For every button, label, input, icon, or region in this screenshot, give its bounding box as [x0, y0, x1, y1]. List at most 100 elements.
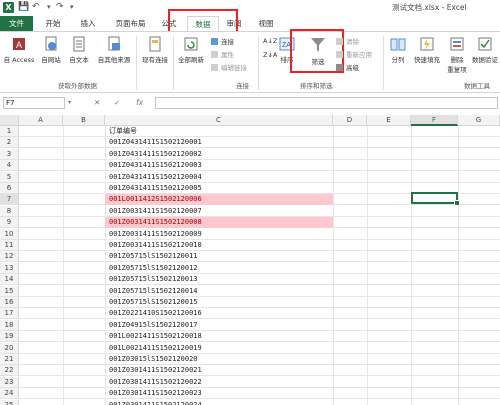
- properties-button[interactable]: 属性: [211, 49, 234, 59]
- row-header[interactable]: 5: [0, 171, 19, 183]
- order-number-cell[interactable]: 001Z04915lS1502120017: [109, 320, 198, 331]
- row-header[interactable]: 18: [0, 319, 19, 331]
- connections-button[interactable]: 连接: [211, 36, 234, 46]
- order-number-cell[interactable]: 001Z0031411S1502120009: [109, 229, 202, 240]
- row-header[interactable]: 1: [0, 126, 19, 137]
- name-box-dropdown-icon[interactable]: ▾: [68, 97, 71, 109]
- order-number-cell[interactable]: 001Z0031411S1502120007: [109, 206, 202, 217]
- row-header[interactable]: 7: [0, 194, 19, 206]
- order-number-cell[interactable]: 001L0021411S1502120019: [109, 343, 202, 354]
- column-header-g[interactable]: G: [458, 115, 500, 126]
- row-header[interactable]: 23: [0, 376, 19, 388]
- select-all-corner[interactable]: [0, 115, 19, 126]
- row-header[interactable]: 10: [0, 228, 19, 240]
- order-number-cell[interactable]: 001Z0431411S1502120003: [109, 160, 202, 171]
- insert-function-icon[interactable]: fx: [136, 97, 143, 109]
- worksheet-grid[interactable]: A B C D E F G 1 订单编号 2 001Z0431411S15021200…: [0, 115, 500, 405]
- remove-duplicates-button[interactable]: 删除 重复项: [446, 36, 468, 74]
- row-header[interactable]: 12: [0, 251, 19, 263]
- enter-icon[interactable]: ✓: [114, 97, 120, 109]
- tab-insert[interactable]: 插入: [73, 16, 103, 31]
- tab-file[interactable]: 文件: [0, 16, 33, 31]
- table-row: [19, 206, 500, 217]
- column-header-c[interactable]: C: [105, 115, 333, 126]
- active-cell-f7[interactable]: [411, 192, 460, 206]
- row-header[interactable]: 14: [0, 274, 19, 286]
- row-header[interactable]: 2: [0, 137, 19, 149]
- data-validation-button[interactable]: 数据验证: [470, 36, 500, 64]
- order-number-cell[interactable]: 001Z0301411S1502120024: [109, 400, 202, 405]
- edit-links-button[interactable]: 编辑链接: [211, 62, 247, 72]
- column-c-header-cell[interactable]: 订单编号: [109, 126, 137, 137]
- column-header-e[interactable]: E: [367, 115, 411, 126]
- row-header[interactable]: 24: [0, 388, 19, 400]
- flash-fill-button[interactable]: 快速填充: [412, 36, 442, 64]
- save-icon[interactable]: 💾: [18, 1, 29, 14]
- separator: [173, 36, 174, 90]
- from-web-button[interactable]: 自网站: [38, 36, 64, 64]
- name-box[interactable]: F7: [3, 97, 65, 109]
- from-access-button[interactable]: A 自 Access: [2, 36, 36, 64]
- order-number-cell[interactable]: 001L0011412S1502120006: [109, 194, 202, 205]
- text-to-columns-button[interactable]: 分列: [386, 36, 410, 64]
- tab-page-layout[interactable]: 页面布局: [108, 16, 153, 31]
- refresh-all-button[interactable]: 全部刷新: [176, 36, 206, 64]
- order-number-cell[interactable]: 001Z0301411S1502120021: [109, 365, 202, 376]
- table-row: [19, 320, 500, 331]
- from-other-sources-button[interactable]: 自其他来源: [94, 36, 134, 64]
- order-number-cell[interactable]: 001Z0301411S1502120023: [109, 388, 202, 399]
- row-header[interactable]: 20: [0, 342, 19, 354]
- order-number-cell[interactable]: 001L0021411S1502120018: [109, 331, 202, 342]
- clear-filter-button[interactable]: 清除: [336, 36, 359, 46]
- row-header[interactable]: 13: [0, 262, 19, 274]
- reapply-button[interactable]: 重新应用: [336, 49, 372, 59]
- row-header[interactable]: 17: [0, 308, 19, 320]
- row-header[interactable]: 4: [0, 160, 19, 172]
- undo-icon[interactable]: ↶: [32, 1, 40, 14]
- row-header[interactable]: 8: [0, 205, 19, 217]
- order-number-cell[interactable]: 001Z05715lS1502120013: [109, 274, 198, 285]
- row-header[interactable]: 15: [0, 285, 19, 297]
- order-number-cell[interactable]: 001Z0031411S1502120008: [109, 217, 202, 228]
- row-header[interactable]: 9: [0, 217, 19, 229]
- order-number-cell[interactable]: 001Z0221410S1502120016: [109, 308, 202, 319]
- cancel-icon[interactable]: ✕: [94, 97, 100, 109]
- row-header[interactable]: 16: [0, 297, 19, 308]
- order-number-cell[interactable]: 001Z05715lS1502120014: [109, 286, 198, 297]
- customize-quick-access-icon[interactable]: ▾: [70, 1, 74, 14]
- order-number-cell[interactable]: 001Z0431411S1502120005: [109, 183, 202, 194]
- column-header-f[interactable]: F: [411, 115, 458, 126]
- sort-ascending-button[interactable]: A↓Z: [263, 37, 277, 45]
- order-number-cell[interactable]: 001Z0031411S1502120010: [109, 240, 202, 251]
- order-number-cell[interactable]: 001Z05715lS1502120011: [109, 251, 198, 262]
- ribbon-tabs: 文件 开始 插入 页面布局 公式 数据 审阅 视图: [0, 9, 500, 34]
- order-number-cell[interactable]: 001Z0431411S1502120004: [109, 172, 202, 183]
- order-number-cell[interactable]: 001Z05715lS1502120015: [109, 297, 198, 308]
- formula-bar: F7 ▾ ✕ ✓ fx: [0, 96, 500, 110]
- undo-dropdown-icon[interactable]: ▾: [47, 1, 51, 14]
- from-text-button[interactable]: 自文本: [66, 36, 92, 64]
- order-number-cell[interactable]: 001Z05715lS1502120012: [109, 263, 198, 274]
- order-number-cell[interactable]: 001Z0431411S1502120002: [109, 149, 202, 160]
- row-header[interactable]: 6: [0, 183, 19, 194]
- tab-view[interactable]: 视图: [252, 16, 280, 31]
- row-header[interactable]: 22: [0, 365, 19, 377]
- row-header[interactable]: 21: [0, 354, 19, 365]
- advanced-filter-button[interactable]: 高级: [336, 62, 359, 72]
- sort-descending-button[interactable]: Z↓A: [263, 51, 277, 59]
- row-header[interactable]: 25: [0, 399, 19, 405]
- order-number-cell[interactable]: 001Z0301411S1502120022: [109, 377, 202, 388]
- column-header-b[interactable]: B: [63, 115, 105, 126]
- table-row: [19, 126, 500, 137]
- column-header-a[interactable]: A: [19, 115, 63, 126]
- redo-icon[interactable]: ↷: [56, 1, 64, 14]
- column-header-d[interactable]: D: [333, 115, 367, 126]
- order-number-cell[interactable]: 001Z03015lS1502120020: [109, 354, 198, 365]
- row-header[interactable]: 11: [0, 240, 19, 251]
- order-number-cell[interactable]: 001Z0431411S1502120001: [109, 137, 202, 148]
- formula-input[interactable]: [155, 97, 498, 109]
- existing-connections-button[interactable]: 现有连接: [139, 36, 171, 64]
- tab-home[interactable]: 开始: [38, 16, 68, 31]
- row-header[interactable]: 3: [0, 148, 19, 160]
- row-header[interactable]: 19: [0, 331, 19, 343]
